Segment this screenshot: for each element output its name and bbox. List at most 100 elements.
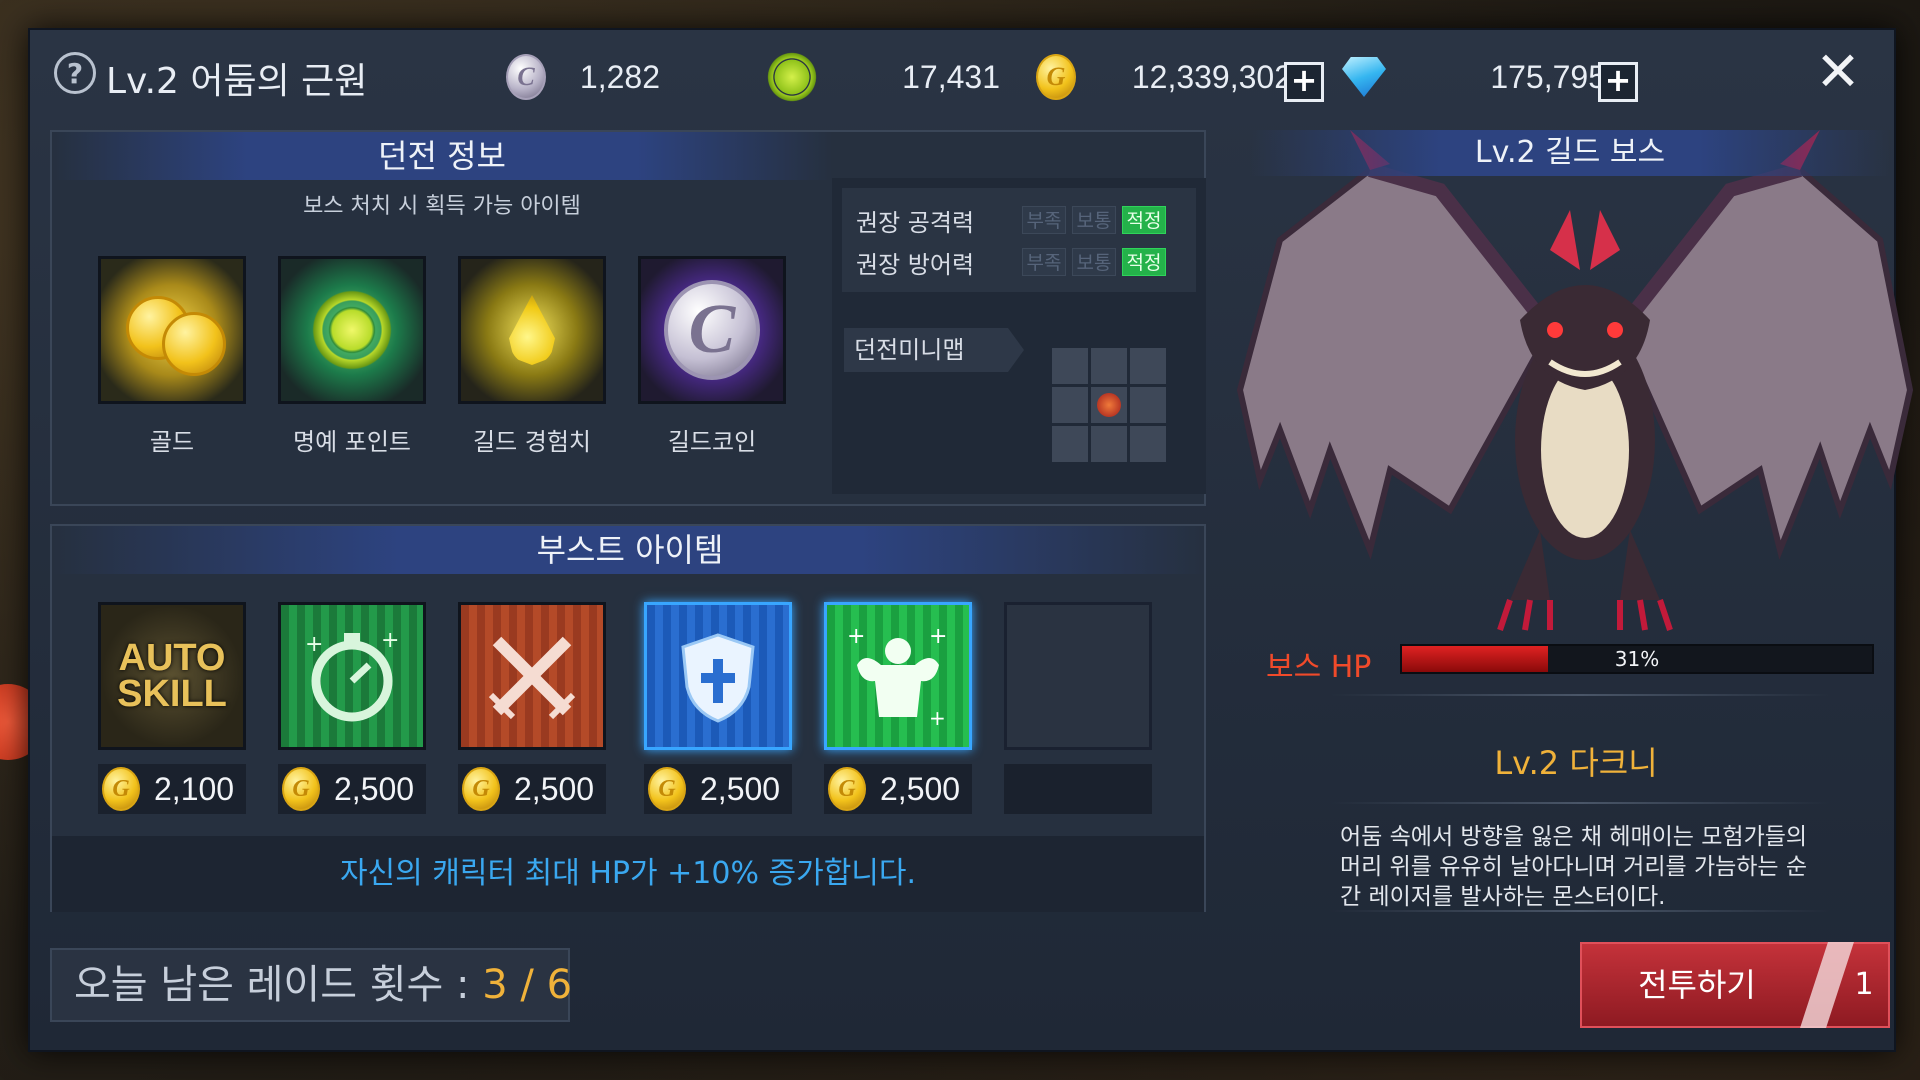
boss-hp-text: 31% bbox=[1614, 647, 1660, 671]
boost-price-amount: 2,500 bbox=[880, 770, 961, 807]
fight-button[interactable]: 전투하기 1 bbox=[1580, 942, 1890, 1028]
gold-amount-wrap: 12,339,302 bbox=[1100, 52, 1292, 102]
stat-row-defense: 권장 방어력 부족 보통 적정 bbox=[856, 242, 1186, 282]
minimap-label: 던전미니맵 bbox=[844, 328, 1024, 372]
boost-price-amount: 2,500 bbox=[700, 770, 781, 807]
add-gem-button[interactable]: + bbox=[1598, 62, 1638, 102]
stat-block: 권장 공격력 부족 보통 적정 권장 방어력 부족 보통 적정 bbox=[842, 188, 1196, 292]
add-gold-button[interactable]: + bbox=[1284, 62, 1324, 102]
svg-text:+: + bbox=[847, 624, 865, 649]
raid-remaining-label: 오늘 남은 레이드 횟수 : bbox=[74, 962, 483, 1008]
gold-coin-icon: G bbox=[828, 767, 866, 811]
boss-marker-icon bbox=[1097, 393, 1121, 417]
muscle-body-icon: + + + bbox=[847, 624, 947, 730]
drop-label-guild-exp: 길드 경험치 bbox=[472, 428, 592, 456]
gem-add-wrap: + bbox=[1598, 57, 1638, 107]
minimap-boss-cell bbox=[1091, 387, 1127, 423]
dungeon-info-section: 던전 정보 보스 처치 시 획득 가능 아이템 골드 명예 포인트 길드 경험치… bbox=[50, 130, 1206, 506]
minimap-cell bbox=[1052, 387, 1088, 423]
boss-dragon-art bbox=[1220, 130, 1920, 650]
auto-skill-icon: AUTO SKILL bbox=[117, 639, 227, 715]
honor-laurel-icon bbox=[764, 51, 820, 103]
boss-hp-bar: 31% bbox=[1400, 644, 1874, 674]
guild-raid-panel: ? Lv.2 어둠의 근원 C 1,282 17,431 G 12,339,30… bbox=[28, 28, 1914, 1052]
drop-slot-guild-exp[interactable] bbox=[458, 256, 606, 404]
crossed-swords-icon bbox=[488, 636, 576, 720]
diamond-gem-icon bbox=[1342, 57, 1386, 97]
honor-currency bbox=[764, 51, 820, 103]
raid-remaining-count: 3 / 6 bbox=[482, 962, 573, 1008]
boost-stopwatch[interactable]: + + bbox=[278, 602, 426, 750]
guild-coin-amount-wrap: 1,282 bbox=[560, 52, 660, 102]
boost-auto-skill[interactable]: AUTO SKILL bbox=[98, 602, 246, 750]
boost-title: 부스트 아이템 bbox=[52, 526, 1208, 574]
minimap-cell bbox=[1052, 348, 1088, 384]
gold-coins-icon bbox=[122, 290, 226, 376]
boss-title: Lv.2 길드 보스 bbox=[1250, 130, 1890, 176]
gold-coin-icon: G bbox=[102, 767, 140, 811]
close-x-icon[interactable]: ✕ bbox=[1810, 44, 1866, 100]
divider bbox=[1330, 802, 1830, 804]
boost-crossed-swords[interactable] bbox=[458, 602, 606, 750]
drop-label-guild-coin: 길드코인 bbox=[667, 428, 757, 456]
gold-coin-icon: G bbox=[1036, 54, 1076, 100]
boost-description: 자신의 캐릭터 최대 HP가 +10% 증가합니다. bbox=[52, 836, 1204, 912]
dungeon-title: Lv.2 어둠의 근원 bbox=[106, 61, 368, 102]
svg-text:+: + bbox=[381, 628, 399, 653]
svg-text:+: + bbox=[929, 706, 946, 730]
raid-remaining-box: 오늘 남은 레이드 횟수 : 3 / 6 bbox=[50, 948, 573, 1022]
drop-slot-honor[interactable] bbox=[278, 256, 426, 404]
boost-empty-slot[interactable] bbox=[1004, 602, 1152, 750]
stat-tag: 보통 bbox=[1072, 248, 1116, 276]
gold-coin-icon: G bbox=[648, 767, 686, 811]
minimap-cell bbox=[1091, 426, 1127, 462]
stat-tag: 부족 bbox=[1022, 206, 1066, 234]
boost-empty-price bbox=[1004, 764, 1152, 814]
stat-tag-active: 적정 bbox=[1122, 248, 1166, 276]
recommended-stats-panel: 권장 공격력 부족 보통 적정 권장 방어력 부족 보통 적정 던전미니맵 bbox=[832, 178, 1206, 494]
divider bbox=[1330, 694, 1830, 696]
drop-slot-gold[interactable] bbox=[98, 256, 246, 404]
boost-muscle[interactable]: + + + bbox=[824, 602, 972, 750]
boost-price: G 2,500 bbox=[824, 764, 972, 814]
boost-section: 부스트 아이템 AUTO SKILL G 2,100 + + G 2,500 G… bbox=[50, 524, 1208, 912]
guild-exp-drop-icon bbox=[509, 295, 555, 365]
minimap-cell bbox=[1091, 348, 1127, 384]
stat-tag-active: 적정 bbox=[1122, 206, 1166, 234]
auto-skill-text: SKILL bbox=[117, 673, 227, 715]
minimap-cell bbox=[1130, 387, 1166, 423]
dungeon-minimap bbox=[1052, 348, 1166, 462]
gold-amount: 12,339,302 bbox=[1131, 58, 1292, 95]
minimap-cell bbox=[1052, 426, 1088, 462]
guild-coin-amount: 1,282 bbox=[579, 58, 660, 95]
fight-button-count: 1 bbox=[1854, 967, 1874, 1002]
drop-label-honor: 명예 포인트 bbox=[292, 428, 412, 456]
boost-price: G 2,500 bbox=[644, 764, 792, 814]
fight-button-label: 전투하기 bbox=[1638, 966, 1756, 1004]
honor-laurel-icon bbox=[304, 285, 400, 375]
dungeon-info-title: 던전 정보 bbox=[52, 132, 832, 180]
dragon-boss-image bbox=[1236, 130, 1914, 631]
minimap-cell bbox=[1130, 426, 1166, 462]
question-circle-icon[interactable]: ? bbox=[54, 52, 96, 94]
stat-label: 권장 공격력 bbox=[856, 208, 975, 237]
svg-text:+: + bbox=[305, 632, 323, 657]
minimap-cell bbox=[1130, 348, 1166, 384]
gold-currency: G bbox=[1036, 52, 1076, 102]
boost-shield[interactable] bbox=[644, 602, 792, 750]
guild-coin-currency: C bbox=[506, 52, 546, 102]
guild-coin-icon: C bbox=[506, 54, 546, 100]
gold-add-wrap: + bbox=[1284, 57, 1324, 107]
svg-text:+: + bbox=[929, 624, 947, 649]
boss-name: Lv.2 다크니 bbox=[1494, 744, 1658, 782]
boost-price: G 2,500 bbox=[458, 764, 606, 814]
boost-price-amount: 2,500 bbox=[514, 770, 595, 807]
boost-price-amount: 2,500 bbox=[334, 770, 415, 807]
honor-amount: 17,431 bbox=[902, 58, 1000, 95]
gem-currency bbox=[1342, 52, 1386, 102]
stat-label: 권장 방어력 bbox=[856, 250, 975, 279]
drop-label-gold: 골드 bbox=[149, 428, 195, 456]
drop-slot-guild-coin[interactable]: C bbox=[638, 256, 786, 404]
stat-row-attack: 권장 공격력 부족 보통 적정 bbox=[856, 200, 1186, 240]
stopwatch-icon: + + bbox=[305, 628, 399, 722]
